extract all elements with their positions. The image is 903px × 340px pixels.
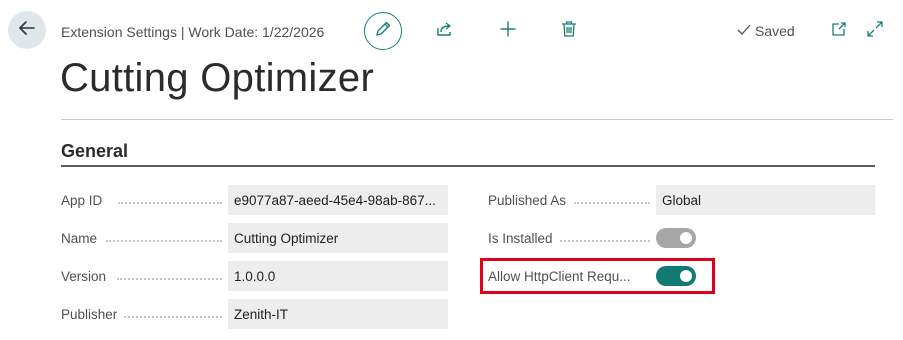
- is-installed-leader: [560, 239, 650, 242]
- new-button[interactable]: [498, 21, 518, 41]
- section-title-general[interactable]: General: [61, 141, 128, 162]
- version-label: Version: [61, 268, 107, 284]
- breadcrumb: Extension Settings | Work Date: 1/22/202…: [61, 24, 325, 40]
- name-label: Name: [61, 230, 98, 246]
- open-new-window-icon: [830, 20, 848, 43]
- is-installed-toggle: [656, 228, 696, 248]
- name-field[interactable]: Cutting Optimizer: [228, 223, 448, 253]
- name-leader: [106, 239, 222, 242]
- publisher-label: Publisher: [61, 306, 118, 322]
- extension-settings-page: Extension Settings | Work Date: 1/22/202…: [0, 0, 903, 340]
- share-button[interactable]: [435, 21, 455, 41]
- expand-button[interactable]: [865, 20, 885, 43]
- title-divider: [61, 119, 893, 120]
- app-id-field[interactable]: e9077a87-aeed-45e4-98ab-867...: [228, 185, 448, 215]
- saved-label: Saved: [755, 23, 795, 39]
- published-as-field[interactable]: Global: [656, 185, 875, 215]
- expand-icon: [866, 20, 884, 43]
- back-button[interactable]: [8, 11, 46, 49]
- edit-button[interactable]: [364, 12, 402, 50]
- publisher-field[interactable]: Zenith-IT: [228, 299, 448, 329]
- open-new-window-button[interactable]: [829, 21, 849, 41]
- toggle-knob: [680, 232, 692, 244]
- app-id-label: App ID: [61, 192, 103, 208]
- version-field[interactable]: 1.0.0.0: [228, 261, 448, 291]
- back-arrow-icon: [18, 19, 36, 42]
- publisher-leader: [124, 315, 222, 318]
- saved-status: Saved: [737, 23, 795, 39]
- checkmark-icon: [737, 23, 751, 39]
- published-as-leader: [574, 201, 650, 204]
- share-icon: [436, 20, 454, 43]
- delete-button[interactable]: [559, 20, 579, 43]
- delete-icon: [560, 20, 578, 43]
- section-divider: [61, 165, 875, 167]
- is-installed-label: Is Installed: [488, 230, 553, 246]
- add-icon: [499, 20, 517, 43]
- app-id-leader: [118, 201, 222, 204]
- page-title: Cutting Optimizer: [60, 56, 375, 100]
- edit-pencil-icon: [374, 20, 392, 43]
- version-leader: [117, 277, 222, 280]
- highlight-annotation: [480, 258, 715, 294]
- published-as-label: Published As: [488, 192, 567, 208]
